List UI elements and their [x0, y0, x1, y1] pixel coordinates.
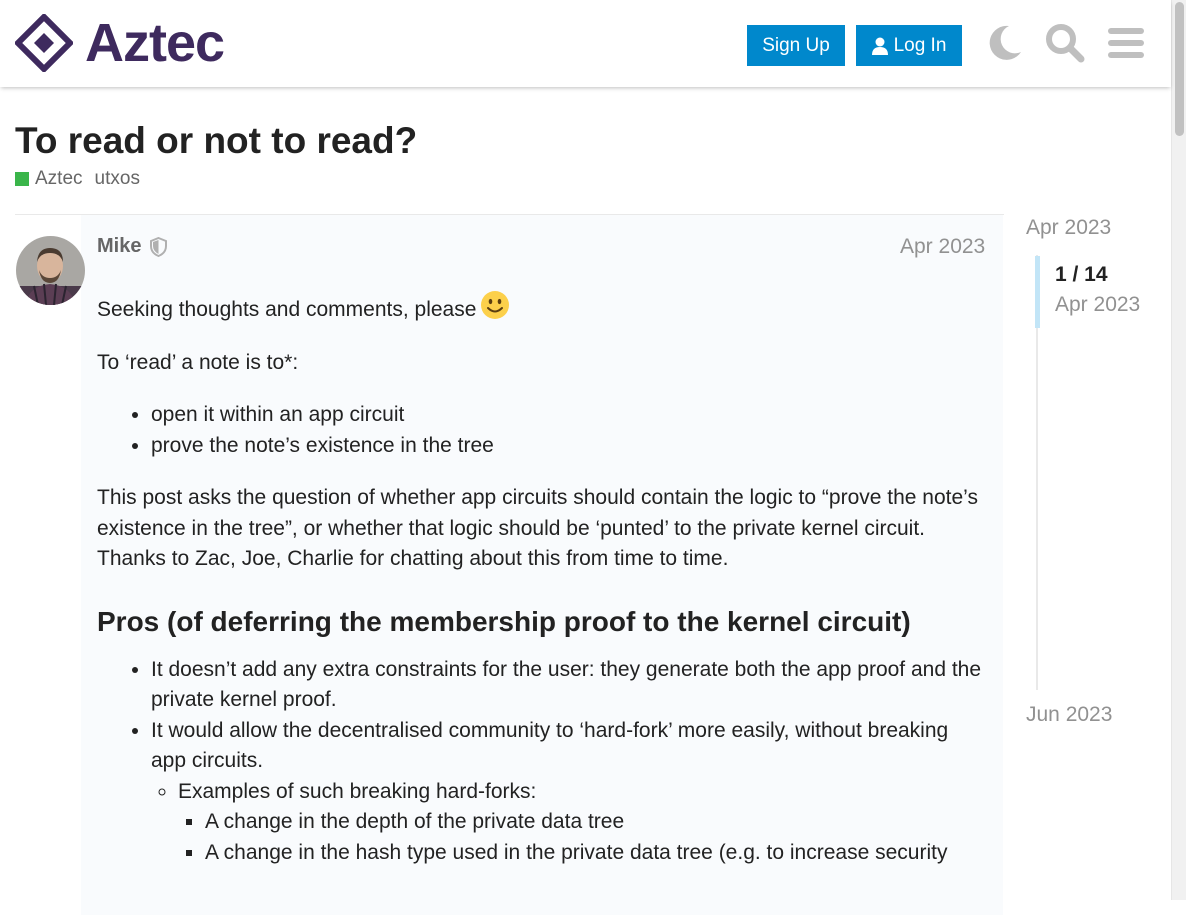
examples-list: Examples of such breaking hard-forks: A …	[151, 777, 987, 869]
avatar-image	[16, 236, 85, 305]
post-content: Seeking thoughts and comments, please To…	[97, 290, 987, 890]
list-item: A change in the depth of the private dat…	[205, 807, 987, 838]
read-definition: To ‘read’ a note is to*:	[97, 350, 299, 374]
timeline-end-date[interactable]: Jun 2023	[1026, 703, 1112, 727]
pros-heading: Pros (of deferring the membership proof …	[97, 605, 911, 637]
site-logo[interactable]: Aztec	[15, 13, 225, 73]
list-item: Examples of such breaking hard-forks: A …	[178, 777, 987, 869]
thanks-paragraph: Thanks to Zac, Joe, Charlie for chatting…	[97, 547, 729, 570]
signup-button[interactable]: Sign Up	[747, 25, 845, 66]
question-text: This post asks the question of whether a…	[97, 486, 978, 540]
list-item: It would allow the decentralised communi…	[151, 716, 987, 869]
login-label: Log In	[893, 34, 947, 56]
topic-category-row: Aztec utxos	[15, 168, 140, 190]
topic-title[interactable]: To read or not to read?	[15, 120, 417, 162]
tag-link[interactable]: utxos	[95, 168, 140, 190]
intro-text: Seeking thoughts and comments, please	[97, 298, 477, 321]
read-list: open it within an app circuit prove the …	[97, 400, 987, 461]
logo-text: Aztec	[85, 13, 225, 73]
avatar[interactable]	[16, 236, 85, 305]
examples-label: Examples of such breaking hard-forks:	[178, 779, 537, 803]
aztec-logo-icon	[15, 14, 73, 72]
category-link[interactable]: Aztec	[35, 168, 83, 190]
timeline-start-date[interactable]: Apr 2023	[1026, 216, 1111, 240]
scrollbar[interactable]	[1171, 0, 1186, 900]
search-icon	[1046, 24, 1085, 63]
examples-sublist: A change in the depth of the private dat…	[178, 807, 987, 868]
user-icon	[871, 37, 888, 55]
smiley-icon	[481, 291, 510, 319]
pros-list: It doesn’t add any extra constraints for…	[97, 655, 987, 869]
question-paragraph: This post asks the question of whether a…	[97, 483, 987, 544]
scrollbar-thumb[interactable]	[1175, 2, 1184, 136]
intro-paragraph: Seeking thoughts and comments, please	[97, 290, 987, 326]
hamburger-menu-icon	[1108, 28, 1144, 58]
menu-button[interactable]	[1104, 21, 1148, 65]
post-date[interactable]: Apr 2023	[900, 235, 985, 259]
search-button[interactable]	[1043, 21, 1087, 65]
list-item: A change in the hash type used in the pr…	[205, 838, 987, 869]
login-button[interactable]: Log In	[856, 25, 962, 66]
timeline-position: 1 / 14	[1055, 263, 1108, 286]
list-item: open it within an app circuit	[151, 400, 987, 431]
dark-mode-toggle[interactable]	[982, 21, 1026, 65]
list-item: It doesn’t add any extra constraints for…	[151, 655, 987, 716]
list-item-text: It would allow the decentralised communi…	[151, 718, 949, 773]
post-username[interactable]: Mike	[97, 235, 141, 258]
moon-icon	[989, 25, 1021, 60]
list-item: prove the note’s existence in the tree	[151, 431, 987, 462]
category-badge	[15, 172, 29, 186]
timeline-handle[interactable]	[1035, 256, 1040, 328]
site-header: Aztec Sign Up Log In	[0, 0, 1171, 87]
timeline-current-date: Apr 2023	[1055, 293, 1141, 316]
shield-icon	[150, 237, 167, 257]
